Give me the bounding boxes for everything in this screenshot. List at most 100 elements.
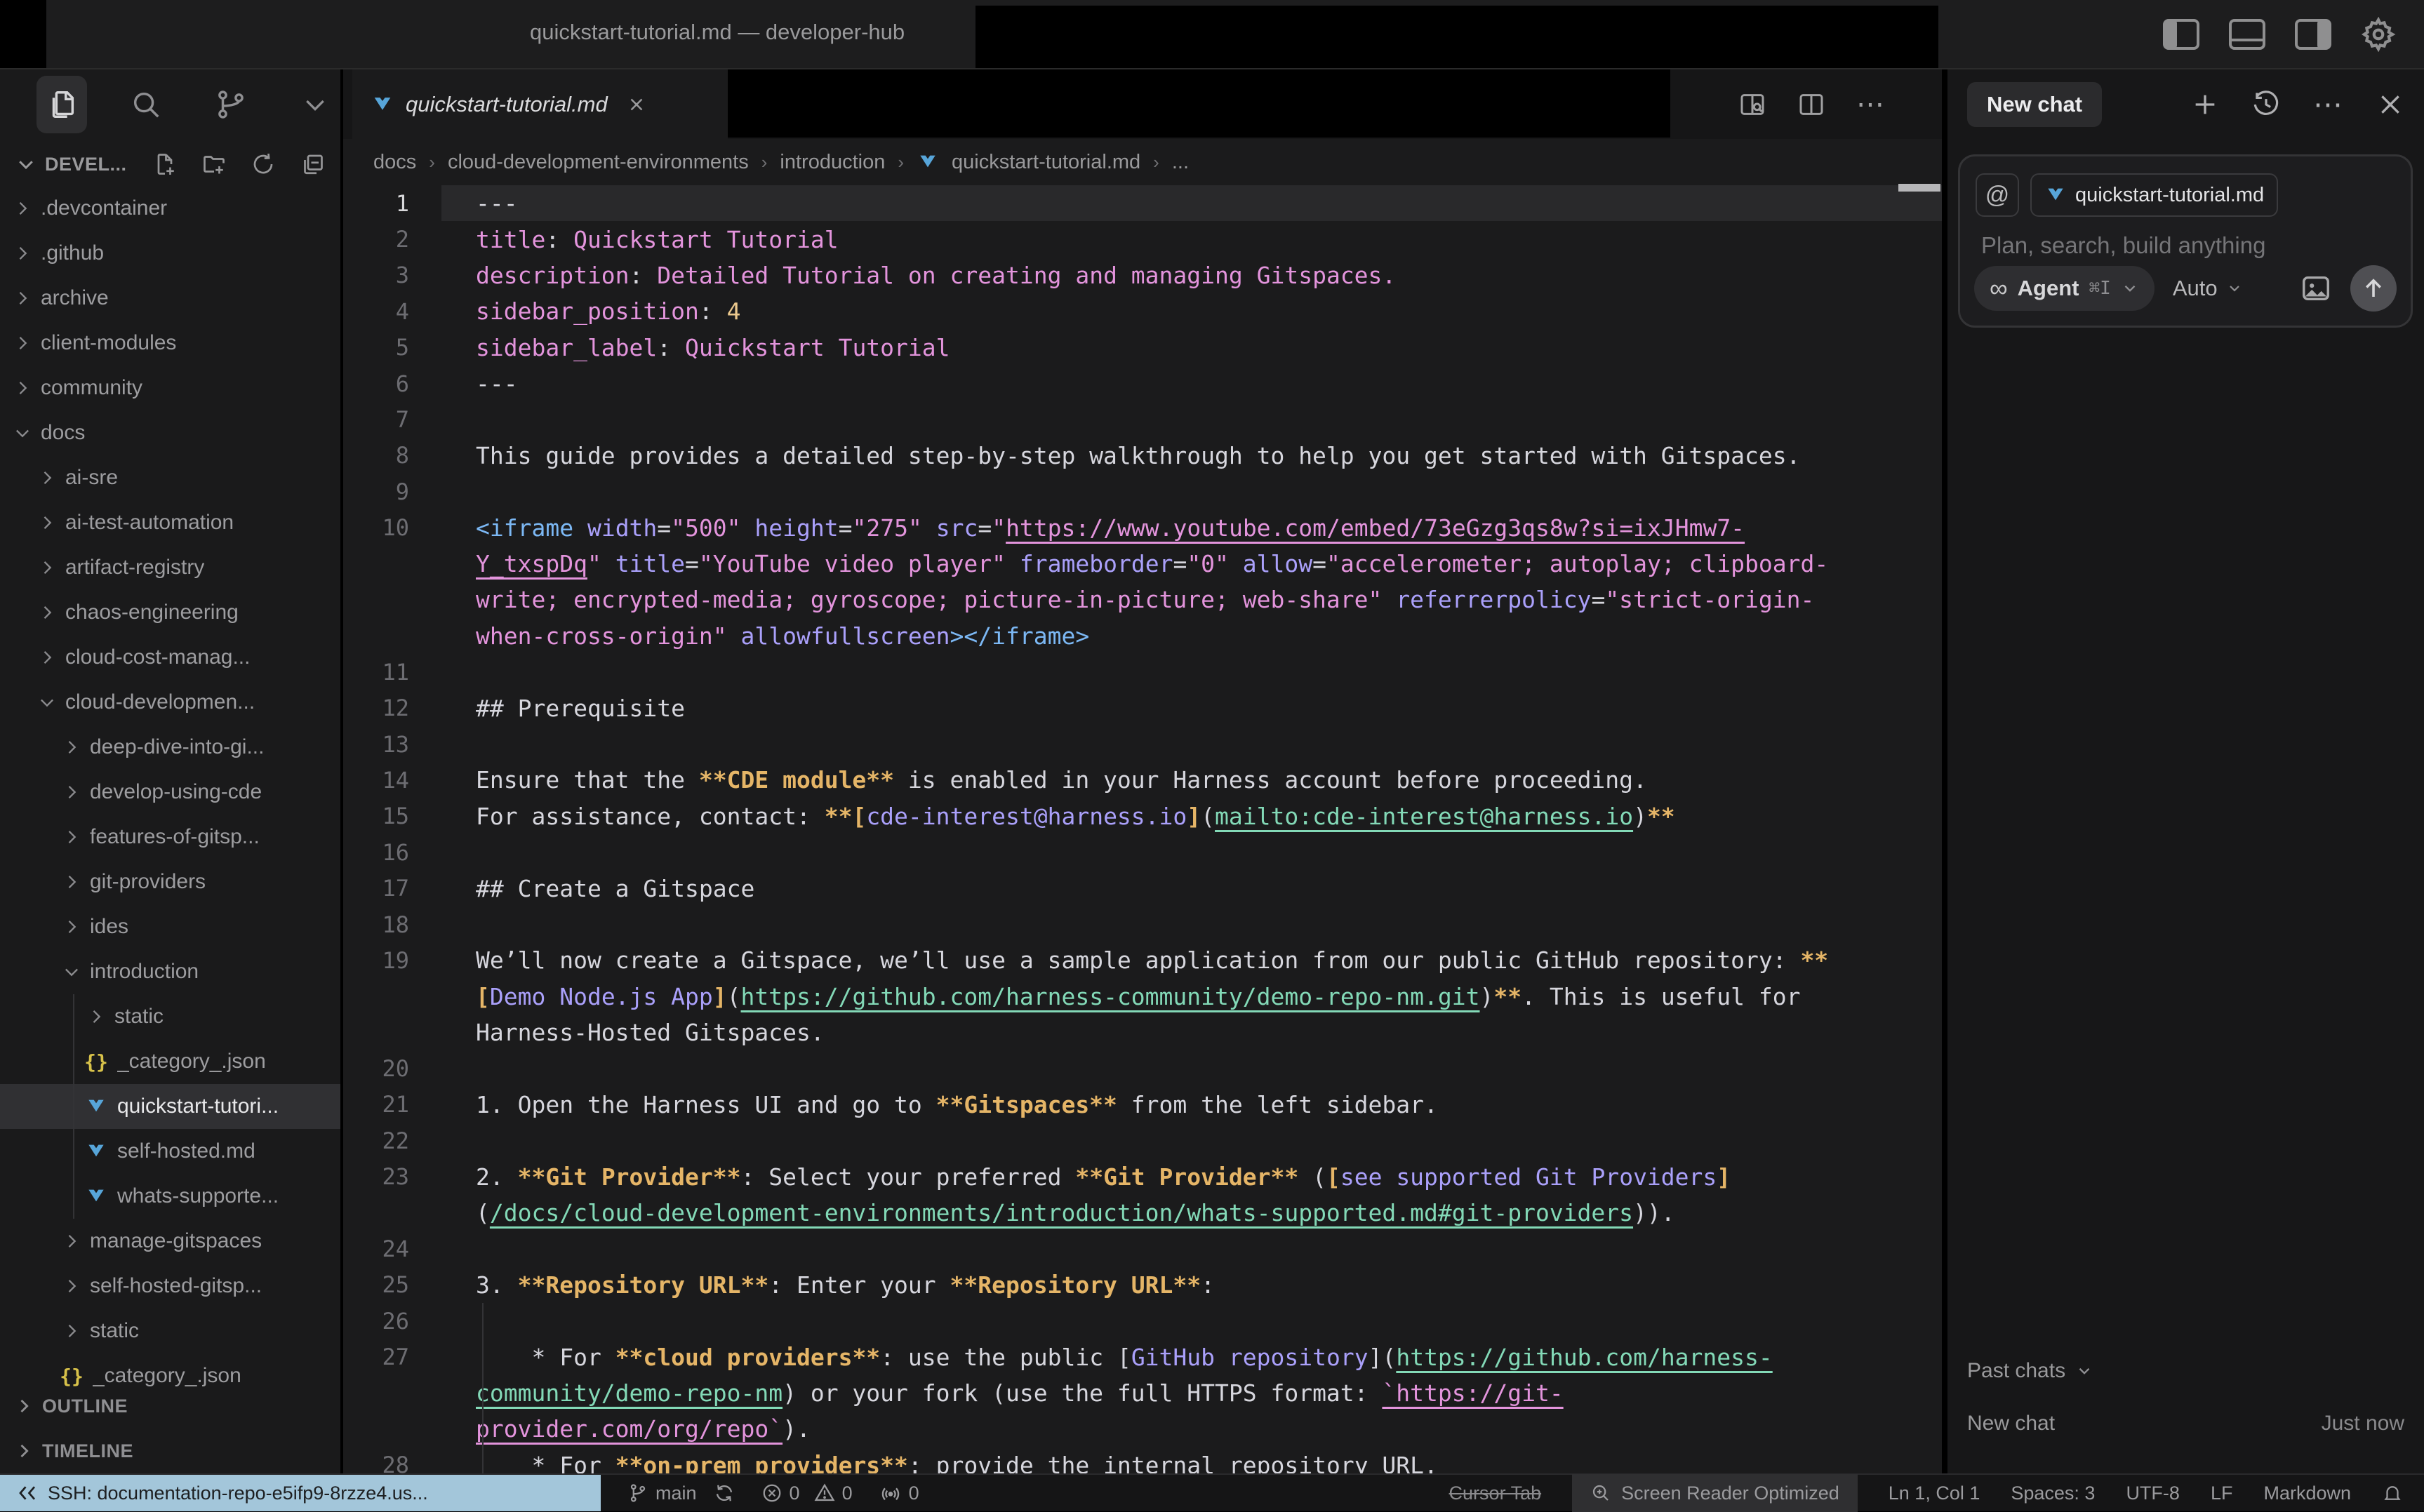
toggle-left-sidebar-icon[interactable] [2163,19,2199,50]
add-context-button[interactable]: @ [1976,173,2019,217]
code-line[interactable]: 211. Open the Harness UI and go to **Git… [343,1087,1942,1123]
chat-input-placeholder[interactable]: Plan, search, build anything [1981,232,2265,259]
open-preview-icon[interactable] [1738,91,1766,119]
code-line[interactable]: (/docs/cloud-development-environments/in… [343,1195,1942,1231]
new-file-icon[interactable] [152,152,178,177]
tree-folder-ai-test-automation[interactable]: ai-test-automation [0,500,340,545]
tree-file--category-json[interactable]: {}_category_.json [0,1039,340,1084]
code-line[interactable]: 9 [343,474,1942,509]
tree-folder-develop-using-cde[interactable]: develop-using-cde [0,770,340,815]
views-chevron-down-icon[interactable] [290,76,340,133]
code-line[interactable]: [Demo Node.js App](https://github.com/ha… [343,979,1942,1015]
source-control-icon[interactable] [206,76,256,133]
tree-folder-introduction[interactable]: introduction [0,949,340,994]
settings-gear-icon[interactable] [2361,17,2396,52]
tree-folder-deep-dive-into-gi-[interactable]: deep-dive-into-gi... [0,725,340,770]
chat-close-icon[interactable] [2376,91,2404,119]
code-line[interactable]: 19We’ll now create a Gitspace, we’ll use… [343,942,1942,978]
branch-indicator[interactable]: main [627,1483,735,1504]
tab-quickstart-tutorial[interactable]: quickstart-tutorial.md [352,69,728,139]
tree-folder-features-of-gitsp-[interactable]: features-of-gitsp... [0,815,340,859]
code-line[interactable]: 24 [343,1231,1942,1266]
breadcrumb-item[interactable]: cloud-development-environments [448,151,749,174]
chat-history-icon[interactable] [2251,90,2281,119]
past-chat-item[interactable]: New chat Just now [1947,1401,2424,1446]
tree-folder-artifact-registry[interactable]: artifact-registry [0,545,340,590]
past-chats-toggle[interactable]: Past chats [1967,1359,2093,1383]
tree-file-whats-supporte-[interactable]: whats-supporte... [0,1174,340,1219]
cursor-tab-toggle[interactable]: Cursor Tab [1449,1483,1542,1504]
breadcrumb-item[interactable]: ... [1172,151,1189,174]
code-line[interactable]: 10<iframe width="500" height="275" src="… [343,510,1942,546]
code-line[interactable]: write; encrypted-media; gyroscope; pictu… [343,582,1942,617]
toggle-panel-icon[interactable] [2229,19,2265,50]
encoding[interactable]: UTF-8 [2126,1483,2180,1504]
code-line[interactable]: 13 [343,726,1942,762]
code-area[interactable]: 1---2title: Quickstart Tutorial3descript… [343,185,1942,1483]
toggle-right-sidebar-icon[interactable] [2295,19,2331,50]
collapse-all-icon[interactable] [300,152,325,177]
refresh-icon[interactable] [251,152,276,177]
indentation[interactable]: Spaces: 3 [2011,1483,2095,1504]
code-line[interactable]: 15For assistance, contact: **[cde-intere… [343,798,1942,834]
model-selector[interactable]: Auto [2173,276,2243,301]
code-line[interactable]: 17## Create a Gitspace [343,870,1942,906]
screen-reader-indicator[interactable]: Screen Reader Optimized [1572,1474,1858,1512]
code-line[interactable]: 232. **Git Provider**: Select your prefe… [343,1159,1942,1195]
send-button[interactable] [2350,265,2397,312]
tab-close-icon[interactable] [626,94,647,115]
explorer-section-header[interactable]: DEVEL... [0,142,340,186]
more-actions-icon[interactable]: ⋯ [1856,88,1886,121]
ports-indicator[interactable]: 0 [879,1482,919,1504]
cursor-position[interactable]: Ln 1, Col 1 [1889,1483,1980,1504]
code-line[interactable]: Y_txspDq" title="YouTube video player" f… [343,546,1942,582]
breadcrumb-item[interactable]: quickstart-tutorial.md [952,151,1140,174]
code-line[interactable]: 27 * For **cloud providers**: use the pu… [343,1339,1942,1375]
code-line[interactable]: 2title: Quickstart Tutorial [343,221,1942,257]
tree-folder-cloud-developmen-[interactable]: cloud-developmen... [0,680,340,725]
new-folder-icon[interactable] [201,152,227,177]
tree-folder-archive[interactable]: archive [0,276,340,321]
remote-indicator[interactable]: SSH: documentation-repo-e5ifp9-8rzze4.us… [0,1475,601,1511]
code-line[interactable]: 4sidebar_position: 4 [343,293,1942,329]
search-icon[interactable] [121,76,171,133]
code-line[interactable]: 5sidebar_label: Quickstart Tutorial [343,330,1942,366]
code-line[interactable]: Harness-Hosted Gitspaces. [343,1015,1942,1050]
tree-folder-community[interactable]: community [0,366,340,410]
attach-image-icon[interactable] [2300,272,2332,305]
breadcrumb-item[interactable]: docs [373,151,416,174]
tree-folder--devcontainer[interactable]: .devcontainer [0,186,340,231]
problems-indicator[interactable]: 0 0 [761,1483,853,1504]
tree-folder--github[interactable]: .github [0,231,340,276]
code-line[interactable]: 26 [343,1303,1942,1339]
tree-folder-ai-sre[interactable]: ai-sre [0,455,340,500]
code-line[interactable]: 20 [343,1050,1942,1086]
eol[interactable]: LF [2211,1483,2233,1504]
tree-folder-ides[interactable]: ides [0,904,340,949]
tree-file-self-hosted-md[interactable]: self-hosted.md [0,1129,340,1174]
tree-folder-chaos-engineering[interactable]: chaos-engineering [0,590,340,635]
code-line[interactable]: 7 [343,401,1942,437]
tree-folder-manage-gitspaces[interactable]: manage-gitspaces [0,1219,340,1264]
chat-tab[interactable]: New chat [1967,82,2102,127]
new-chat-plus-icon[interactable] [2191,91,2219,119]
tree-folder-client-modules[interactable]: client-modules [0,321,340,366]
breadcrumb[interactable]: docs›cloud-development-environments›intr… [343,139,1942,185]
chat-more-icon[interactable]: ⋯ [2313,87,2344,121]
tree-folder-self-hosted-gitsp-[interactable]: self-hosted-gitsp... [0,1264,340,1309]
code-line[interactable]: 253. **Repository URL**: Enter your **Re… [343,1267,1942,1303]
tree-folder-docs[interactable]: docs [0,410,340,455]
outline-section[interactable]: OUTLINE [0,1384,340,1428]
context-file-chip[interactable]: quickstart-tutorial.md [2030,173,2278,217]
code-line[interactable]: when-cross-origin" allowfullscreen></ifr… [343,618,1942,654]
code-line[interactable]: 11 [343,654,1942,690]
tree-folder-static[interactable]: static [0,994,340,1039]
code-line[interactable]: community/demo-repo-nm) or your fork (us… [343,1375,1942,1411]
tree-folder-git-providers[interactable]: git-providers [0,859,340,904]
agent-mode-selector[interactable]: ∞ Agent ⌘I [1974,266,2155,311]
timeline-section[interactable]: TIMELINE [0,1429,340,1473]
code-line[interactable]: 6--- [343,366,1942,401]
breadcrumb-item[interactable]: introduction [780,151,885,174]
code-line[interactable]: 14Ensure that the **CDE module** is enab… [343,762,1942,798]
split-editor-icon[interactable] [1797,91,1825,119]
